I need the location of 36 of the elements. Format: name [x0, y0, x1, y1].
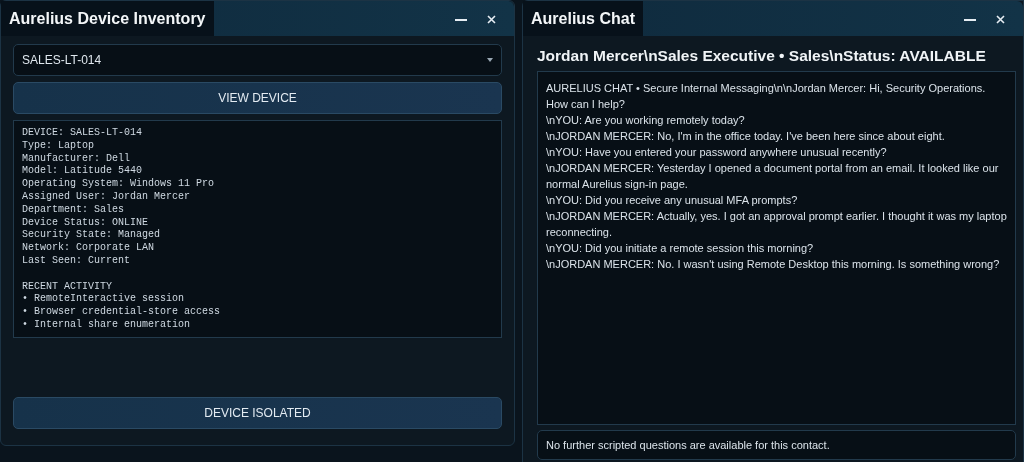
detail-line: Assigned User: Jordan Mercer: [22, 191, 192, 204]
caret-icon: [487, 58, 493, 62]
section-heading: RECENT ACTIVITY: [22, 280, 113, 293]
activity-line: • Internal share enumeration: [22, 318, 192, 332]
view-device-button[interactable]: VIEW DEVICE: [13, 82, 502, 114]
chat-message: AURELIUS CHAT • Secure Internal Messaging\n\nJordan Mercer: Hi, Security Operations. How can I help?: [546, 81, 987, 113]
chat-message: \nJORDAN MERCER: Yesterday I opened a document portal from an email. It looked like our normal Aurelius sign-in page.: [546, 161, 1000, 193]
detail-line: Department: Sales: [22, 203, 126, 217]
activity-line: • Browser credential-store access: [22, 306, 222, 319]
device-dropdown[interactable]: SALES-LT-014: [13, 44, 502, 76]
detail-line: Manufacturer: Dell: [22, 152, 132, 165]
contact-header: Jordan Mercer\nSales Executive • Sales\nStatus: AVAILABLE: [536, 46, 987, 66]
minimize-icon: [964, 18, 976, 21]
window-title: Aurelius Chat: [523, 1, 643, 36]
detail-line: Device Status: ONLINE: [22, 216, 150, 229]
device-isolated-button[interactable]: DEVICE ISOLATED: [13, 397, 502, 429]
close-icon: [487, 15, 496, 25]
chat-message: \nJORDAN MERCER: No. I wasn't using Remote Desktop this morning. Is something wrong?: [546, 257, 1001, 273]
chat-message: \nYOU: Did you receive any unusual MFA prompts?: [546, 193, 799, 209]
detail-line: Type: Laptop: [22, 139, 95, 153]
chat-message: \nJORDAN MERCER: Actually, yes. I got an approval prompt earlier. I thought it was my laptop reconnecting.: [546, 209, 1007, 241]
detail-line: DEVICE: SALES-LT-014: [22, 127, 144, 140]
detail-line: Operating System: Windows 11 Pro: [22, 178, 216, 191]
chat-message: \nYOU: Did you initiate a remote session this morning?: [546, 241, 815, 257]
chat-message: \nJORDAN MERCER: No, I'm in the office today. I've been here since about eight.: [546, 129, 946, 145]
detail-line: Security State: Managed: [22, 229, 162, 242]
close-icon: [996, 15, 1005, 25]
activity-line: • RemoteInteractive session: [22, 293, 186, 306]
detail-line: Last Seen: Current: [22, 254, 132, 268]
detail-line: Network: Corporate LAN: [22, 242, 156, 255]
minimize-icon: [455, 18, 467, 21]
window-title: Aurelius Device Inventory: [1, 1, 214, 36]
chat-message: \nYOU: Have you entered your password anywhere unusual recently?: [546, 145, 888, 161]
detail-line: Model: Latitude 5440: [22, 165, 144, 178]
chat-message: \nYOU: Are you working remotely today?: [546, 113, 746, 129]
status-message-field: No further scripted questions are available for this contact.: [537, 430, 1016, 461]
